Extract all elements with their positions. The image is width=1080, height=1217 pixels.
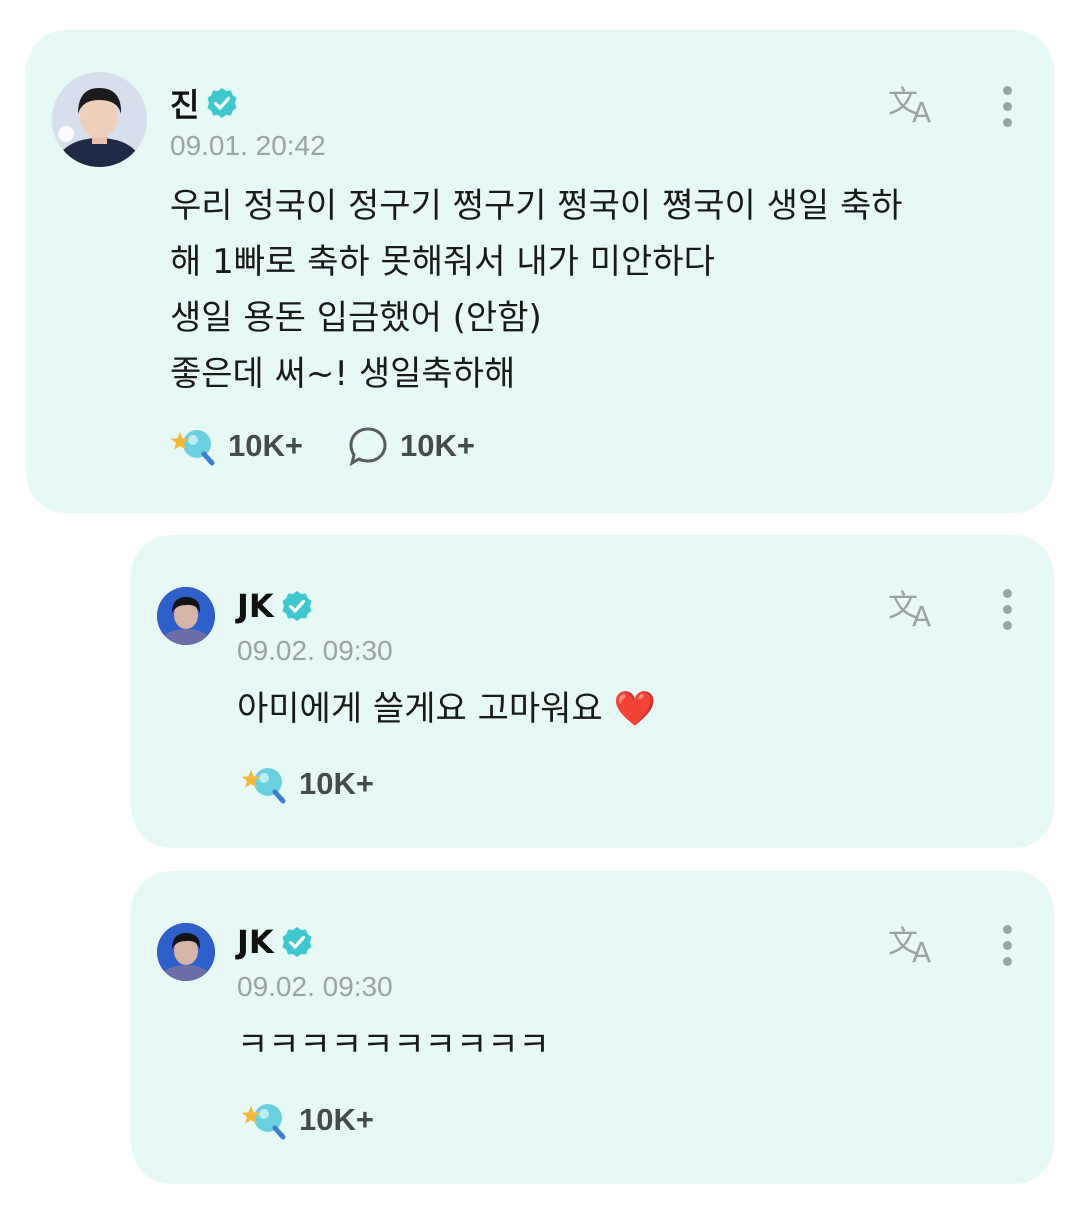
author-name[interactable]: JK [237, 587, 314, 625]
post-card[interactable]: 진 09.01. 20:42 文 A 우리 정국이 정구기 쩡구기 쩡국이 쪙국… [26, 30, 1054, 513]
svg-text:A: A [912, 936, 931, 966]
verified-badge-icon [282, 927, 312, 957]
like-button[interactable]: 10K+ [241, 1100, 374, 1140]
timestamp: 09.02. 09:30 [237, 971, 393, 1002]
more-vertical-icon[interactable] [1003, 86, 1013, 128]
more-vertical-icon[interactable] [1003, 589, 1013, 631]
timestamp: 09.01. 20:42 [170, 130, 326, 161]
comment-button[interactable]: 10K+ [348, 426, 475, 466]
author-name[interactable]: JK [237, 923, 314, 961]
like-count: 10K+ [299, 766, 374, 801]
avatar[interactable] [157, 923, 215, 981]
like-count: 10K+ [228, 428, 303, 463]
avatar[interactable] [52, 72, 147, 167]
cheer-icon [241, 768, 286, 804]
comment-body: ㅋㅋㅋㅋㅋㅋㅋㅋㅋㅋ [237, 1025, 550, 1065]
svg-text:A: A [912, 600, 931, 630]
comment-count: 10K+ [400, 428, 475, 463]
like-button[interactable]: 10K+ [241, 764, 374, 804]
author-label: JK [237, 587, 274, 625]
verified-badge-icon [282, 591, 312, 621]
timestamp: 09.02. 09:30 [237, 635, 393, 666]
comment-card[interactable]: JK 09.02. 09:30 文 A 아미에게 쓸게요 고마워요 ❤️ 10K… [131, 535, 1054, 848]
translate-icon[interactable]: 文 A [888, 586, 942, 630]
cheer-icon [170, 430, 215, 466]
comment-card[interactable]: JK 09.02. 09:30 文 A ㅋㅋㅋㅋㅋㅋㅋㅋㅋㅋ 10K+ [131, 871, 1054, 1184]
svg-text:A: A [912, 96, 931, 126]
author-label: JK [237, 923, 274, 961]
post-body: 우리 정국이 정구기 쩡구기 쩡국이 쪙국이 생일 축하 해 1빠로 축하 못해… [170, 186, 903, 394]
verified-badge-icon [207, 88, 237, 118]
translate-icon[interactable]: 文 A [888, 922, 942, 966]
author-label: 진 [170, 86, 200, 124]
author-name[interactable]: 진 [170, 80, 239, 126]
comment-bubble-icon [349, 427, 387, 466]
translate-icon[interactable]: 文 A [888, 82, 942, 126]
like-button[interactable]: 10K+ [170, 426, 303, 466]
like-count: 10K+ [299, 1102, 374, 1137]
cheer-icon [241, 1104, 286, 1140]
avatar[interactable] [157, 587, 215, 645]
more-vertical-icon[interactable] [1003, 925, 1013, 967]
comment-body: 아미에게 쓸게요 고마워요 ❤️ [237, 689, 656, 729]
